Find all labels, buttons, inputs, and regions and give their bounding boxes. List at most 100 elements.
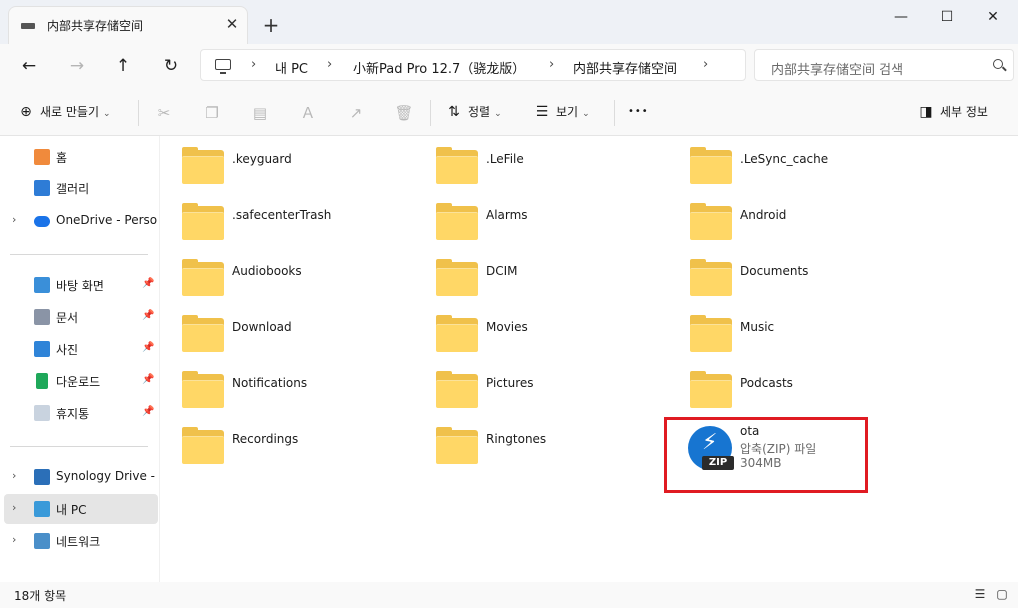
cut-icon[interactable]: ✂ <box>153 102 175 124</box>
folder-item[interactable]: Android <box>668 192 918 244</box>
home-icon <box>34 149 50 165</box>
up-button[interactable]: ↑ <box>108 52 138 80</box>
folder-item[interactable]: Audiobooks <box>160 248 410 300</box>
folder-item[interactable]: Pictures <box>414 360 664 412</box>
address-bar[interactable]: › 내 PC › 小新Pad Pro 12.7（骁龙版） › 内部共享存储空间 … <box>200 49 746 81</box>
folder-name: Documents <box>740 264 809 278</box>
folder-icon <box>690 147 732 184</box>
folder-item[interactable]: Documents <box>668 248 918 300</box>
pictures-icon <box>34 341 50 357</box>
sort-button[interactable]: ⇅ 정렬 ⌄ <box>446 100 502 124</box>
chevron-right-icon[interactable]: › <box>12 213 16 226</box>
tab-current[interactable]: 内部共享存储空间 ✕ <box>8 6 248 44</box>
folder-item[interactable]: .LeSync_cache <box>668 136 918 188</box>
divider <box>614 100 615 126</box>
details-view-icon[interactable]: ☰ <box>972 587 988 601</box>
new-button[interactable]: ⊕ 새로 만들기 ⌄ <box>18 100 110 124</box>
sidebar-item-downloads[interactable]: 다운로드 📌 <box>4 366 158 396</box>
folder-item[interactable]: .keyguard <box>160 136 410 188</box>
chevron-right-icon[interactable]: › <box>12 469 16 482</box>
rename-icon[interactable]: Ａ <box>297 102 319 124</box>
forward-button[interactable]: → <box>62 52 92 80</box>
search-placeholder: 内部共享存储空间 검색 <box>771 63 904 78</box>
breadcrumb-this-pc[interactable]: 내 PC <box>275 58 308 77</box>
view-icon: ☰ <box>535 104 549 120</box>
chevron-right-icon[interactable]: › <box>12 533 16 546</box>
pin-icon: 📌 <box>142 406 155 417</box>
folder-icon <box>690 371 732 408</box>
folder-name: Notifications <box>232 376 308 390</box>
sidebar-item-recycle-bin[interactable]: 휴지통 📌 <box>4 398 158 428</box>
folder-item[interactable]: Notifications <box>160 360 410 412</box>
sidebar-divider <box>10 446 148 447</box>
sidebar-item-label: Synology Drive - D <box>56 469 158 483</box>
breadcrumb-separator: › <box>251 57 257 72</box>
new-tab-button[interactable]: + <box>258 12 284 38</box>
details-button[interactable]: ◨ 세부 정보 <box>918 100 988 124</box>
folder-icon <box>436 315 478 352</box>
back-button[interactable]: ← <box>14 52 44 80</box>
folder-item[interactable]: DCIM <box>414 248 664 300</box>
folder-item[interactable]: Download <box>160 304 410 356</box>
sidebar-item-onedrive[interactable]: › OneDrive - Personal <box>4 206 158 236</box>
sidebar-item-label: 갤러리 <box>56 182 90 196</box>
folder-item[interactable]: Movies <box>414 304 664 356</box>
folder-item[interactable]: .LeFile <box>414 136 664 188</box>
sidebar-item-network[interactable]: › 네트워크 <box>4 526 158 556</box>
divider <box>430 100 431 126</box>
sort-icon: ⇅ <box>448 104 460 120</box>
sidebar-item-gallery[interactable]: 갤러리 <box>4 173 158 203</box>
breadcrumb-separator: › <box>327 57 333 72</box>
folder-name: DCIM <box>486 264 518 278</box>
folder-item[interactable]: Alarms <box>414 192 664 244</box>
folder-item[interactable]: Music <box>668 304 918 356</box>
folder-item[interactable]: Podcasts <box>668 360 918 412</box>
sidebar-item-documents[interactable]: 문서 📌 <box>4 302 158 332</box>
more-options-button[interactable]: ••• <box>628 100 649 124</box>
breadcrumb-separator: › <box>703 57 709 72</box>
minimize-button[interactable]: — <box>878 4 924 30</box>
sidebar-item-this-pc[interactable]: › 내 PC <box>4 494 158 524</box>
sidebar-item-label: 내 PC <box>56 503 87 517</box>
copy-icon[interactable]: ❐ <box>201 102 223 124</box>
folder-name: Movies <box>486 320 528 334</box>
highlight-box <box>664 417 868 493</box>
folder-name: Audiobooks <box>232 264 302 278</box>
paste-icon[interactable]: ▤ <box>249 102 271 124</box>
address-row: ← → ↑ ↻ › 내 PC › 小新Pad Pro 12.7（骁龙版） › 内… <box>0 44 1018 88</box>
onedrive-icon <box>34 216 50 227</box>
breadcrumb-device[interactable]: 小新Pad Pro 12.7（骁龙版） <box>353 58 525 77</box>
search-box[interactable]: 内部共享存储空间 검색 <box>754 49 1014 81</box>
folder-name: Pictures <box>486 376 534 390</box>
tab-title: 内部共享存储空间 <box>47 19 144 33</box>
folder-icon <box>690 315 732 352</box>
refresh-button[interactable]: ↻ <box>156 52 186 80</box>
close-window-button[interactable]: ✕ <box>970 4 1016 30</box>
this-pc-icon <box>34 501 50 517</box>
sidebar-item-desktop[interactable]: 바탕 화면 📌 <box>4 270 158 300</box>
tab-close-icon[interactable]: ✕ <box>221 13 243 35</box>
sidebar-item-synology-drive[interactable]: › Synology Drive - D <box>4 462 158 492</box>
view-button[interactable]: ☰ 보기 ⌄ <box>534 100 590 124</box>
folder-icon <box>182 315 224 352</box>
folder-item[interactable]: Ringtones <box>414 416 664 468</box>
drive-icon <box>21 23 35 29</box>
folder-icon <box>436 259 478 296</box>
folder-item[interactable]: .safecenterTrash <box>160 192 410 244</box>
folder-icon <box>182 147 224 184</box>
folder-item[interactable]: Recordings <box>160 416 410 468</box>
large-icons-view-icon[interactable]: ▢ <box>994 587 1010 601</box>
sidebar-item-home[interactable]: 홈 <box>4 142 158 172</box>
breadcrumb-separator: › <box>549 57 555 72</box>
breadcrumb-storage[interactable]: 内部共享存储空间 <box>573 58 677 77</box>
details-pane-icon: ◨ <box>919 104 933 120</box>
folder-name: Recordings <box>232 432 299 446</box>
maximize-button[interactable]: ☐ <box>924 4 970 30</box>
chevron-right-icon[interactable]: › <box>12 501 16 514</box>
sidebar-item-pictures[interactable]: 사진 📌 <box>4 334 158 364</box>
chevron-down-icon: ⌄ <box>494 109 502 119</box>
share-icon[interactable]: ↗ <box>345 102 367 124</box>
sidebar-item-label: OneDrive - Personal <box>56 213 158 227</box>
delete-icon[interactable]: 🗑 <box>393 102 415 124</box>
chevron-down-icon: ⌄ <box>582 109 590 119</box>
